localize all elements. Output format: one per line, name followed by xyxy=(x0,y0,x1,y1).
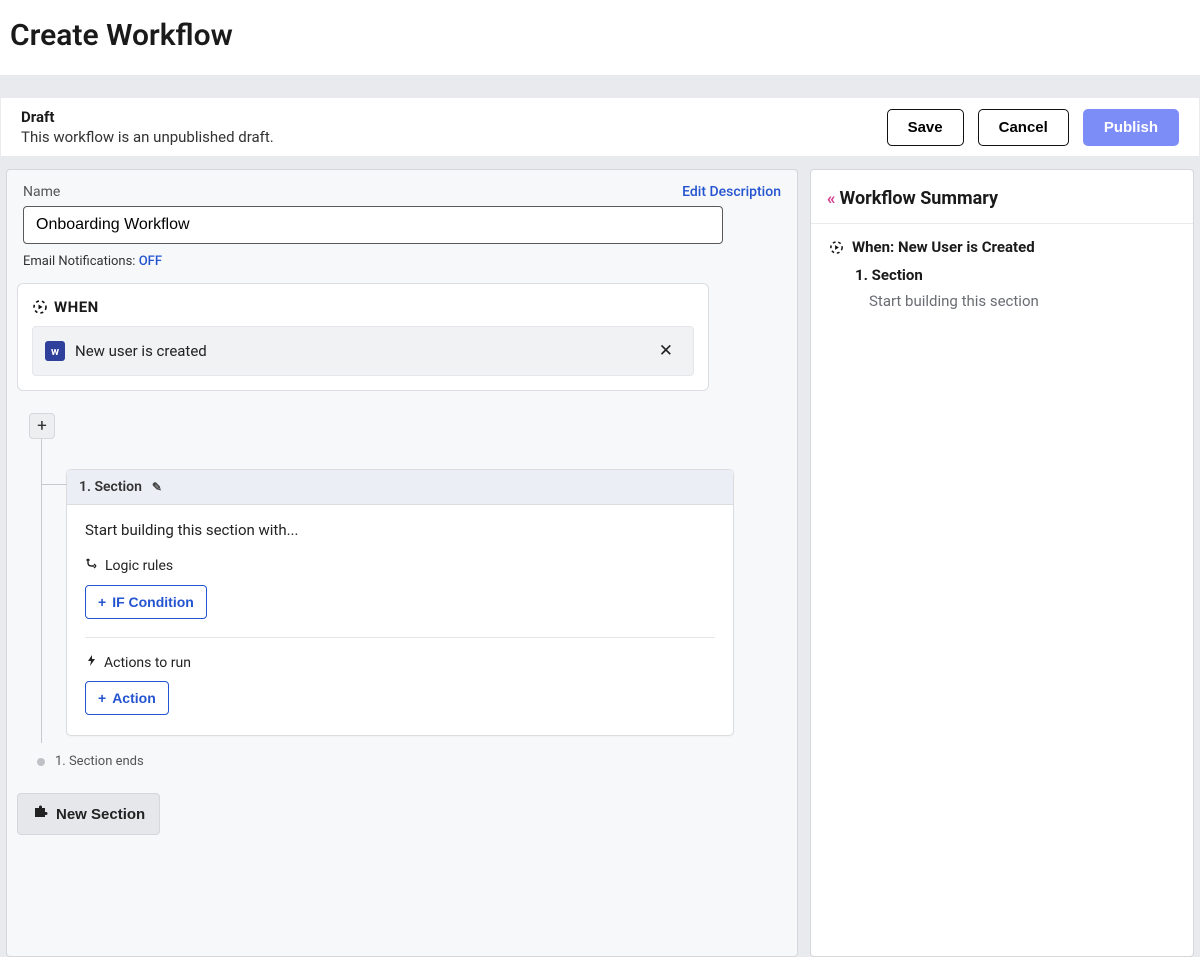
edit-description-link[interactable]: Edit Description xyxy=(682,184,781,200)
summary-section-sub: Start building this section xyxy=(829,284,1175,310)
email-notifications-toggle[interactable]: OFF xyxy=(139,254,162,269)
spacer-band xyxy=(0,75,1200,97)
status-subtitle: This workflow is an unpublished draft. xyxy=(21,128,887,146)
section-header[interactable]: 1. Section ✎ xyxy=(67,470,733,505)
workflow-name-input[interactable] xyxy=(23,206,723,244)
add-step-button[interactable]: + xyxy=(29,413,55,439)
plus-icon: + xyxy=(98,594,106,610)
trigger-text: New user is created xyxy=(75,342,641,360)
when-card: WHEN w New user is created ✕ xyxy=(17,283,709,391)
section-title: 1. Section xyxy=(79,479,142,495)
summary-when-line[interactable]: When: New User is Created xyxy=(829,238,1175,256)
canvas-panel: Name Edit Description Email Notification… xyxy=(6,169,798,957)
summary-panel: « Workflow Summary When: New User is Cre… xyxy=(810,169,1194,957)
collapse-summary-icon[interactable]: « xyxy=(827,189,832,209)
cancel-button[interactable]: Cancel xyxy=(978,109,1069,146)
end-dot-icon xyxy=(37,758,45,766)
run-icon xyxy=(829,240,844,255)
trigger-pill[interactable]: w New user is created ✕ xyxy=(32,326,694,376)
section-card: 1. Section ✎ Start building this section… xyxy=(66,469,734,736)
lightning-icon xyxy=(85,654,98,671)
layout: Name Edit Description Email Notification… xyxy=(0,157,1200,957)
summary-title: Workflow Summary xyxy=(840,188,999,209)
section-divider xyxy=(85,637,715,638)
logic-rules-label: Logic rules xyxy=(85,557,715,575)
summary-section-line[interactable]: 1. Section xyxy=(829,256,1175,284)
section-end-label: 1. Section ends xyxy=(55,754,144,769)
publish-button[interactable]: Publish xyxy=(1083,109,1179,146)
branch-icon xyxy=(85,557,99,575)
page-title: Create Workflow xyxy=(0,0,1200,75)
add-if-condition-button[interactable]: + IF Condition xyxy=(85,585,207,619)
remove-trigger-icon[interactable]: ✕ xyxy=(651,337,681,365)
email-notifications-label: Email Notifications: xyxy=(23,254,135,269)
name-label: Name xyxy=(23,184,60,200)
actions-label: Actions to run xyxy=(85,654,715,671)
section-hint: Start building this section with... xyxy=(85,521,715,539)
status-bar: Draft This workflow is an unpublished dr… xyxy=(0,97,1200,157)
when-label: WHEN xyxy=(54,298,99,316)
add-action-button[interactable]: + Action xyxy=(85,681,169,715)
run-icon xyxy=(32,299,48,315)
email-notifications-line: Email Notifications: OFF xyxy=(17,244,787,283)
status-title: Draft xyxy=(21,108,887,126)
section-end-marker: 1. Section ends xyxy=(51,754,787,769)
edit-section-icon[interactable]: ✎ xyxy=(152,480,162,494)
workflow-tree: + 1. Section ✎ Start building this secti… xyxy=(31,413,787,769)
puzzle-icon xyxy=(32,804,48,824)
save-button[interactable]: Save xyxy=(887,109,964,146)
new-section-button[interactable]: New Section xyxy=(17,793,160,835)
plus-icon: + xyxy=(98,690,106,706)
trigger-source-icon: w xyxy=(45,341,65,361)
